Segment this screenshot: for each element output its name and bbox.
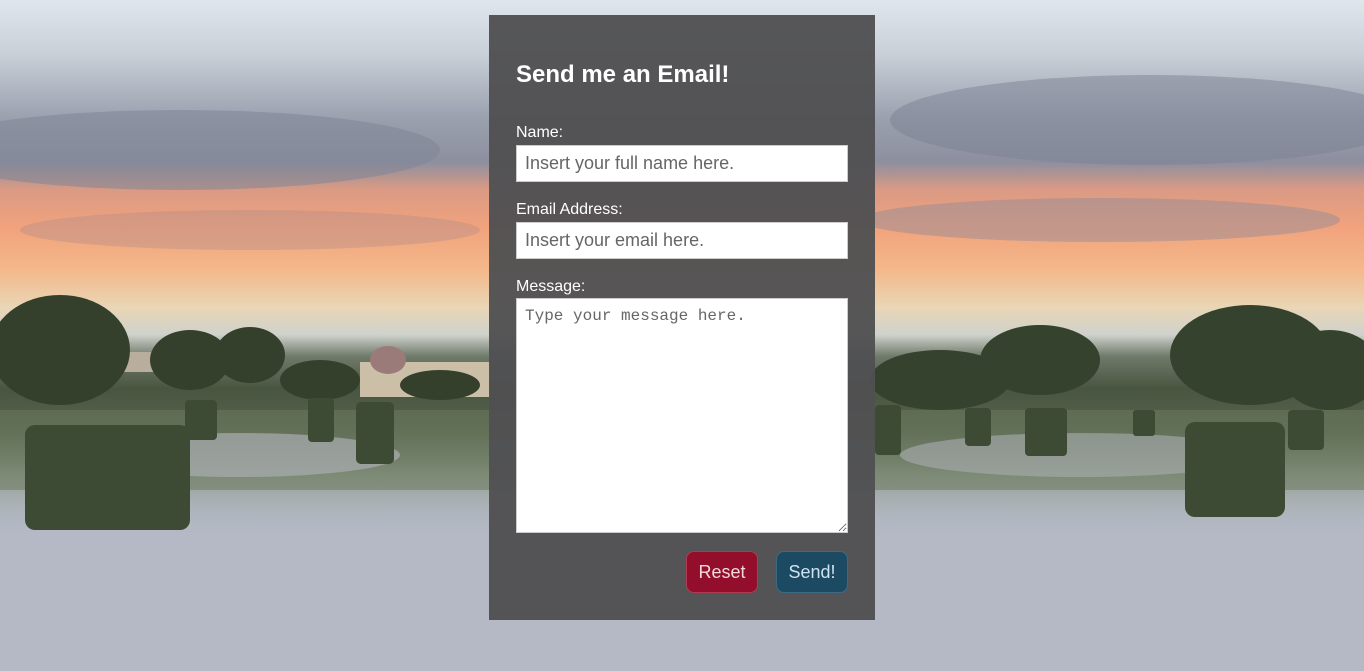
- name-label: Name:: [516, 124, 564, 141]
- send-button[interactable]: Send!: [776, 551, 848, 593]
- email-label: Email Address:: [516, 201, 623, 218]
- message-textarea[interactable]: [516, 298, 848, 533]
- form-title: Send me an Email!: [516, 61, 730, 88]
- email-form-card: Send me an Email! Name: Email Address: M…: [489, 15, 875, 620]
- name-input[interactable]: [516, 145, 848, 182]
- reset-button[interactable]: Reset: [686, 551, 758, 593]
- email-input[interactable]: [516, 222, 848, 259]
- message-label: Message:: [516, 278, 586, 295]
